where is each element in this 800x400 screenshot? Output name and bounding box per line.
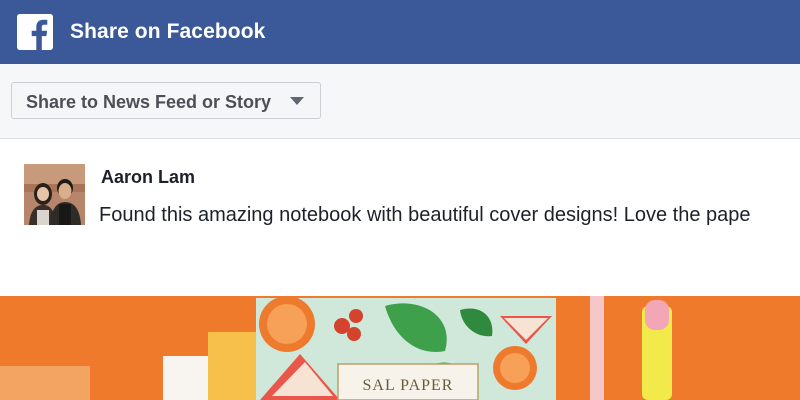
share-toolbar: Share to News Feed or Story (0, 64, 800, 139)
chevron-down-icon (290, 97, 304, 105)
link-preview-image: SAL PAPER (0, 296, 800, 400)
dialog-header: Share on Facebook (0, 0, 800, 64)
post-composer: Aaron Lam Found this amazing notebook wi… (0, 140, 800, 296)
user-avatar (24, 164, 85, 225)
post-author-name: Aaron Lam (101, 167, 196, 187)
post-message-input[interactable]: Found this amazing notebook with beautif… (99, 204, 800, 227)
facebook-f-icon (17, 14, 53, 50)
dialog-title: Share on Facebook (70, 20, 266, 43)
notebook-title-label: SAL PAPER (363, 377, 454, 394)
share-destination-label: Share to News Feed or Story (26, 92, 272, 112)
share-destination-dropdown[interactable]: Share to News Feed or Story (11, 82, 321, 119)
